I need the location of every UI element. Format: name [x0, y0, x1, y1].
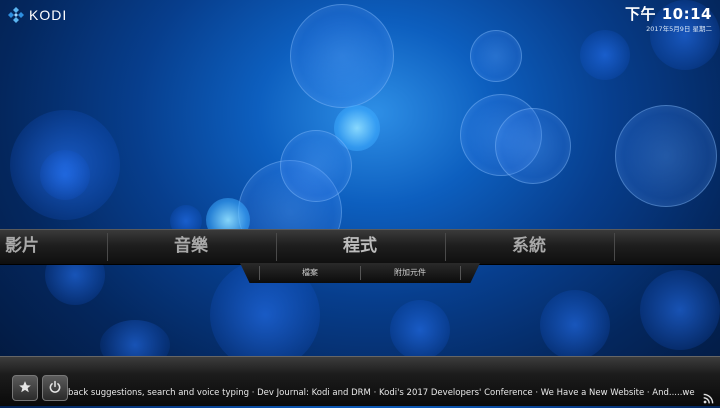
menu-item-videos[interactable]: 影片 [0, 230, 106, 264]
submenu-item-files[interactable]: 檔案 [260, 263, 360, 283]
power-icon [48, 379, 62, 398]
kodi-logo-icon [8, 7, 24, 23]
menu-item-programs[interactable]: 程式 [276, 230, 444, 264]
submenu-bar: 檔案 附加元件 [240, 263, 480, 283]
power-button[interactable] [42, 375, 68, 401]
clock-time: 下午 10:14 [625, 5, 712, 23]
menu-divider [614, 233, 615, 261]
rss-icon [703, 389, 714, 404]
main-menu-bar: 影片 音樂 程式 系統 [0, 229, 720, 265]
menu-item-system[interactable]: 系統 [445, 230, 613, 264]
submenu-item-addons[interactable]: 附加元件 [360, 263, 460, 283]
kodi-logo: KODI [8, 7, 67, 23]
rss-ticker[interactable]: back suggestions, search and voice typin… [68, 386, 704, 400]
clock: 下午 10:14 2017年5月9日 星期二 [625, 3, 712, 33]
favourites-button[interactable] [12, 375, 38, 401]
star-icon [18, 379, 32, 398]
rss-ticker-text: back suggestions, search and voice typin… [68, 388, 695, 398]
submenu-divider [460, 266, 461, 280]
kodi-logo-text: KODI [29, 7, 68, 23]
menu-item-music[interactable]: 音樂 [107, 230, 275, 264]
clock-date: 2017年5月9日 星期二 [646, 25, 712, 33]
